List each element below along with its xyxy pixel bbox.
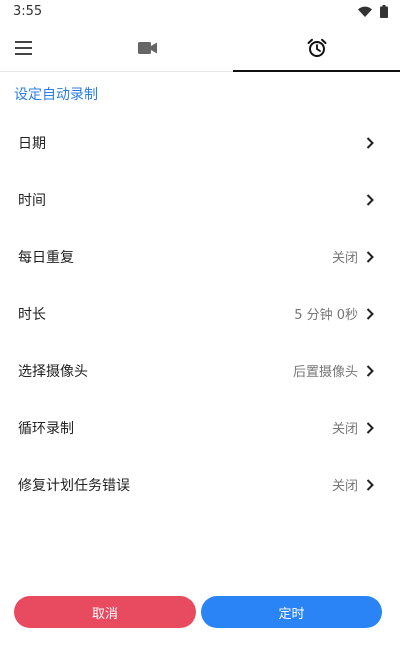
setting-label: 日期 [18,136,46,152]
setting-label: 选择摄像头 [18,364,88,380]
settings-list: 日期 时间 每日重复 关闭 时长 5 分钟 0秒 选择摄像头 后置摄像头 循环录… [0,113,400,512]
schedule-button[interactable]: 定时 [201,596,382,628]
setting-label: 时长 [18,307,46,323]
setting-row-camera[interactable]: 选择摄像头 后置摄像头 [0,341,400,398]
setting-label: 时间 [18,193,46,209]
toolbar [0,24,400,72]
wifi-icon [358,6,372,17]
tab-indicator [233,70,400,72]
alarm-clock-icon [307,38,326,57]
tab-timer[interactable] [233,24,400,72]
status-time: 3:55 [13,4,43,19]
setting-row-duration[interactable]: 时长 5 分钟 0秒 [0,284,400,341]
menu-button[interactable] [14,38,34,58]
setting-row-fix-schedule-errors[interactable]: 修复计划任务错误 关闭 [0,455,400,512]
chevron-right-icon [366,194,374,206]
setting-value: 关闭 [331,479,358,494]
setting-label: 循环录制 [18,421,74,437]
setting-row-date[interactable]: 日期 [0,113,400,170]
cancel-button[interactable]: 取消 [14,596,196,628]
menu-icon [15,41,32,55]
setting-label: 每日重复 [18,250,74,266]
chevron-right-icon [366,308,374,320]
chevron-right-icon [366,365,374,377]
status-bar: 3:55 [0,0,400,24]
bottom-buttons: 取消 定时 [0,596,400,628]
setting-value: 关闭 [331,422,358,437]
video-camera-icon [138,42,157,54]
battery-icon [380,5,388,18]
setting-row-loop-recording[interactable]: 循环录制 关闭 [0,398,400,455]
setting-label: 修复计划任务错误 [18,478,130,494]
setting-row-time[interactable]: 时间 [0,170,400,227]
setting-value: 后置摄像头 [292,365,358,380]
status-icons [358,5,388,18]
tab-video[interactable] [82,24,214,72]
section-title: 设定自动录制 [14,87,98,103]
chevron-right-icon [366,137,374,149]
chevron-right-icon [366,251,374,263]
chevron-right-icon [366,422,374,434]
setting-value: 关闭 [331,251,358,266]
setting-row-daily-repeat[interactable]: 每日重复 关闭 [0,227,400,284]
setting-value: 5 分钟 0秒 [294,308,358,323]
chevron-right-icon [366,479,374,491]
